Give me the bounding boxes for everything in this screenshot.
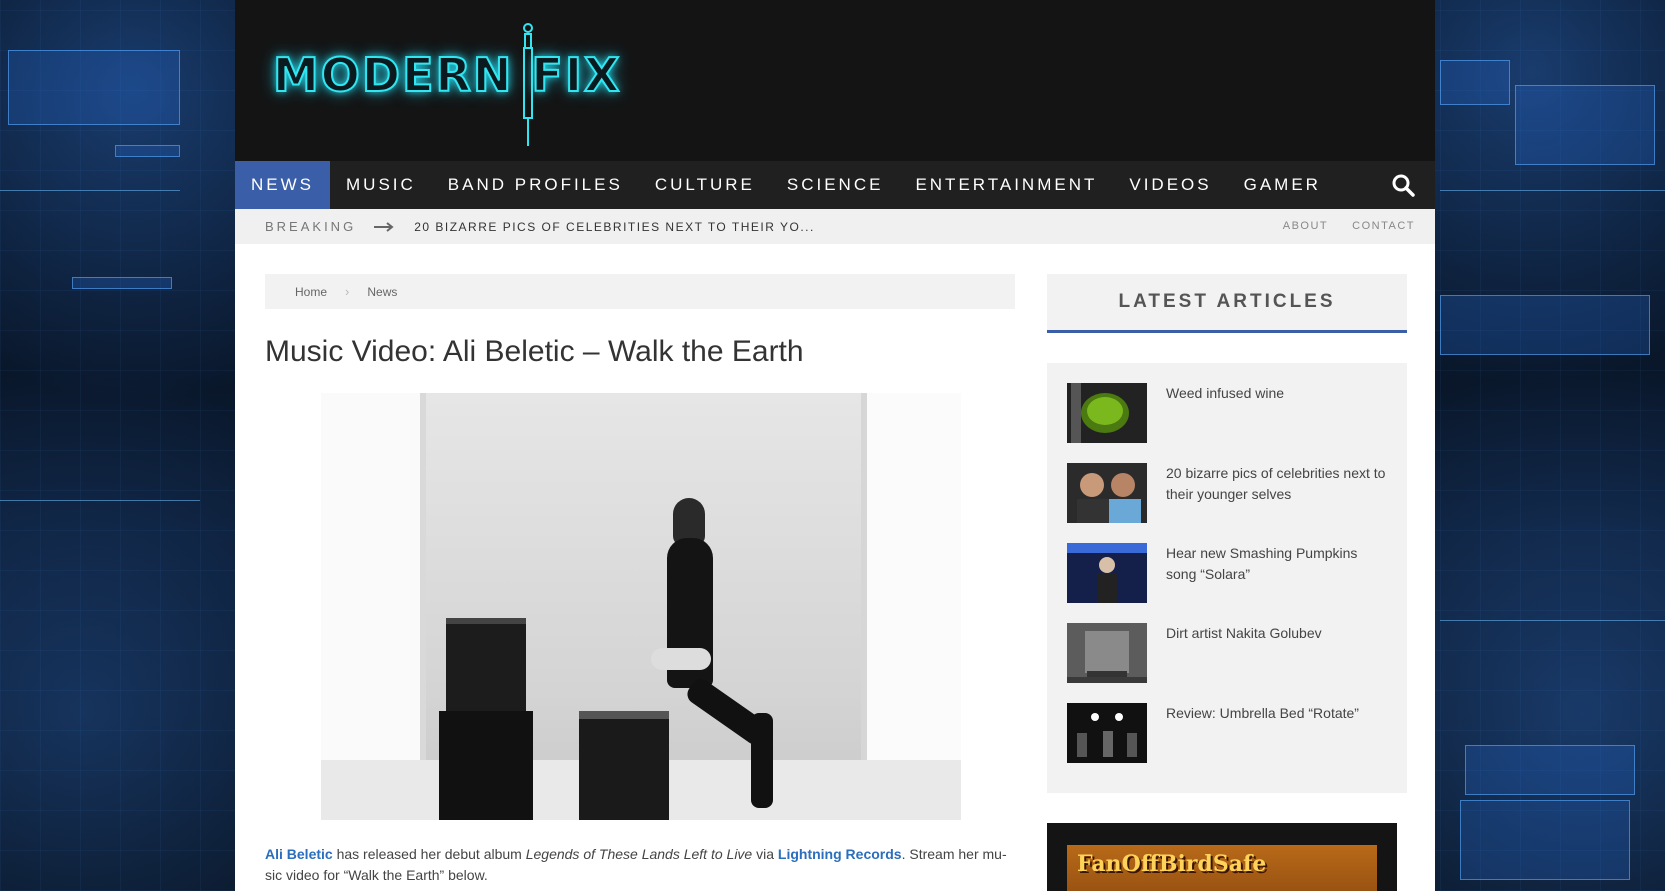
ad-text: FanOffBirdSafe — [1077, 851, 1267, 877]
latest-article-title[interactable]: Weed infused wine — [1166, 383, 1284, 443]
album-title: Legends of These Lands Left to Live — [525, 846, 753, 862]
artist-link[interactable]: Ali Beletic — [265, 846, 333, 862]
article-thumbnail[interactable] — [1067, 383, 1147, 443]
contact-link[interactable]: CONTACT — [1352, 220, 1415, 232]
latest-articles-list: Weed infused wine 20 bizarre pics of cel… — [1047, 363, 1407, 793]
nav-item-science[interactable]: SCIENCE — [771, 161, 900, 209]
logo-text: MODERN FIX — [272, 47, 622, 103]
latest-article-title[interactable]: Review: Umbrella Bed “Rotate” — [1166, 703, 1359, 763]
nav-item-culture[interactable]: CULTURE — [639, 161, 771, 209]
page-title: Music Video: Ali Beletic – Walk the Eart… — [265, 335, 804, 368]
breadcrumb-current[interactable]: News — [367, 285, 397, 299]
chevron-right-icon: › — [345, 284, 350, 299]
site-header: MODERN FIX — [235, 0, 1435, 161]
latest-article-item[interactable]: Weed infused wine — [1067, 383, 1387, 443]
article-thumbnail[interactable] — [1067, 543, 1147, 603]
latest-article-item[interactable]: Review: Umbrella Bed “Rotate” — [1067, 703, 1387, 763]
breaking-headline-link[interactable]: 20 BIZARRE PICS OF CELEBRITIES NEXT TO T… — [414, 220, 815, 234]
site-logo[interactable]: MODERN FIX — [272, 22, 620, 146]
arrow-right-icon — [374, 221, 394, 232]
latest-article-title[interactable]: Dirt artist Nakita Golubev — [1166, 623, 1322, 683]
article-thumbnail[interactable] — [1067, 463, 1147, 523]
main-nav: NEWS MUSIC BAND PROFILES CULTURE SCIENCE… — [235, 161, 1435, 209]
sidebar-ad[interactable]: FanOffBirdSafe — [1047, 823, 1397, 891]
top-links: ABOUT CONTACT — [1283, 220, 1415, 232]
page: MODERN FIX NEWS MUSIC BAND PROFILES CULT… — [235, 0, 1435, 891]
latest-article-item[interactable]: Hear new Smashing Pumpkins song “Solara” — [1067, 543, 1387, 603]
search-icon[interactable] — [1391, 173, 1415, 197]
nav-item-band-profiles[interactable]: BAND PROFILES — [432, 161, 639, 209]
label-link[interactable]: Lightning Records — [778, 846, 902, 862]
breadcrumb: Home › News — [265, 274, 1015, 309]
about-link[interactable]: ABOUT — [1283, 220, 1328, 232]
post-featured-image — [321, 393, 961, 820]
latest-article-item[interactable]: 20 bizarre pics of celebrities next to t… — [1067, 463, 1387, 523]
post-body: Ali Beletic has released her debut album… — [265, 844, 1015, 886]
main-content: Home › News Music Video: Ali Beletic – W… — [265, 274, 1015, 886]
nav-item-music[interactable]: MUSIC — [330, 161, 432, 209]
article-thumbnail[interactable] — [1067, 703, 1147, 763]
ad-image[interactable]: FanOffBirdSafe — [1067, 845, 1377, 891]
post-text-segment: has released her debut album — [332, 846, 526, 862]
article-thumbnail[interactable] — [1067, 623, 1147, 683]
breaking-label: BREAKING — [265, 219, 357, 234]
breadcrumb-home[interactable]: Home — [295, 285, 327, 299]
latest-article-title[interactable]: Hear new Smashing Pumpkins song “Solara” — [1166, 543, 1387, 603]
nav-item-entertainment[interactable]: ENTERTAINMENT — [899, 161, 1113, 209]
nav-item-videos[interactable]: VIDEOS — [1113, 161, 1227, 209]
breaking-news-bar: BREAKING 20 BIZARRE PICS OF CELEBRITIES … — [235, 209, 1435, 244]
nav-item-gamer[interactable]: GAMER — [1228, 161, 1337, 209]
syringe-icon — [523, 23, 533, 146]
latest-articles-title: LATEST ARTICLES — [1047, 274, 1407, 333]
latest-article-item[interactable]: Dirt artist Nakita Golubev — [1067, 623, 1387, 683]
sidebar: LATEST ARTICLES Weed infused wine 20 biz… — [1047, 274, 1407, 891]
latest-article-title[interactable]: 20 bizarre pics of celebrities next to t… — [1166, 463, 1387, 523]
nav-item-news[interactable]: NEWS — [235, 161, 330, 209]
post-text-segment: via — [752, 846, 778, 862]
